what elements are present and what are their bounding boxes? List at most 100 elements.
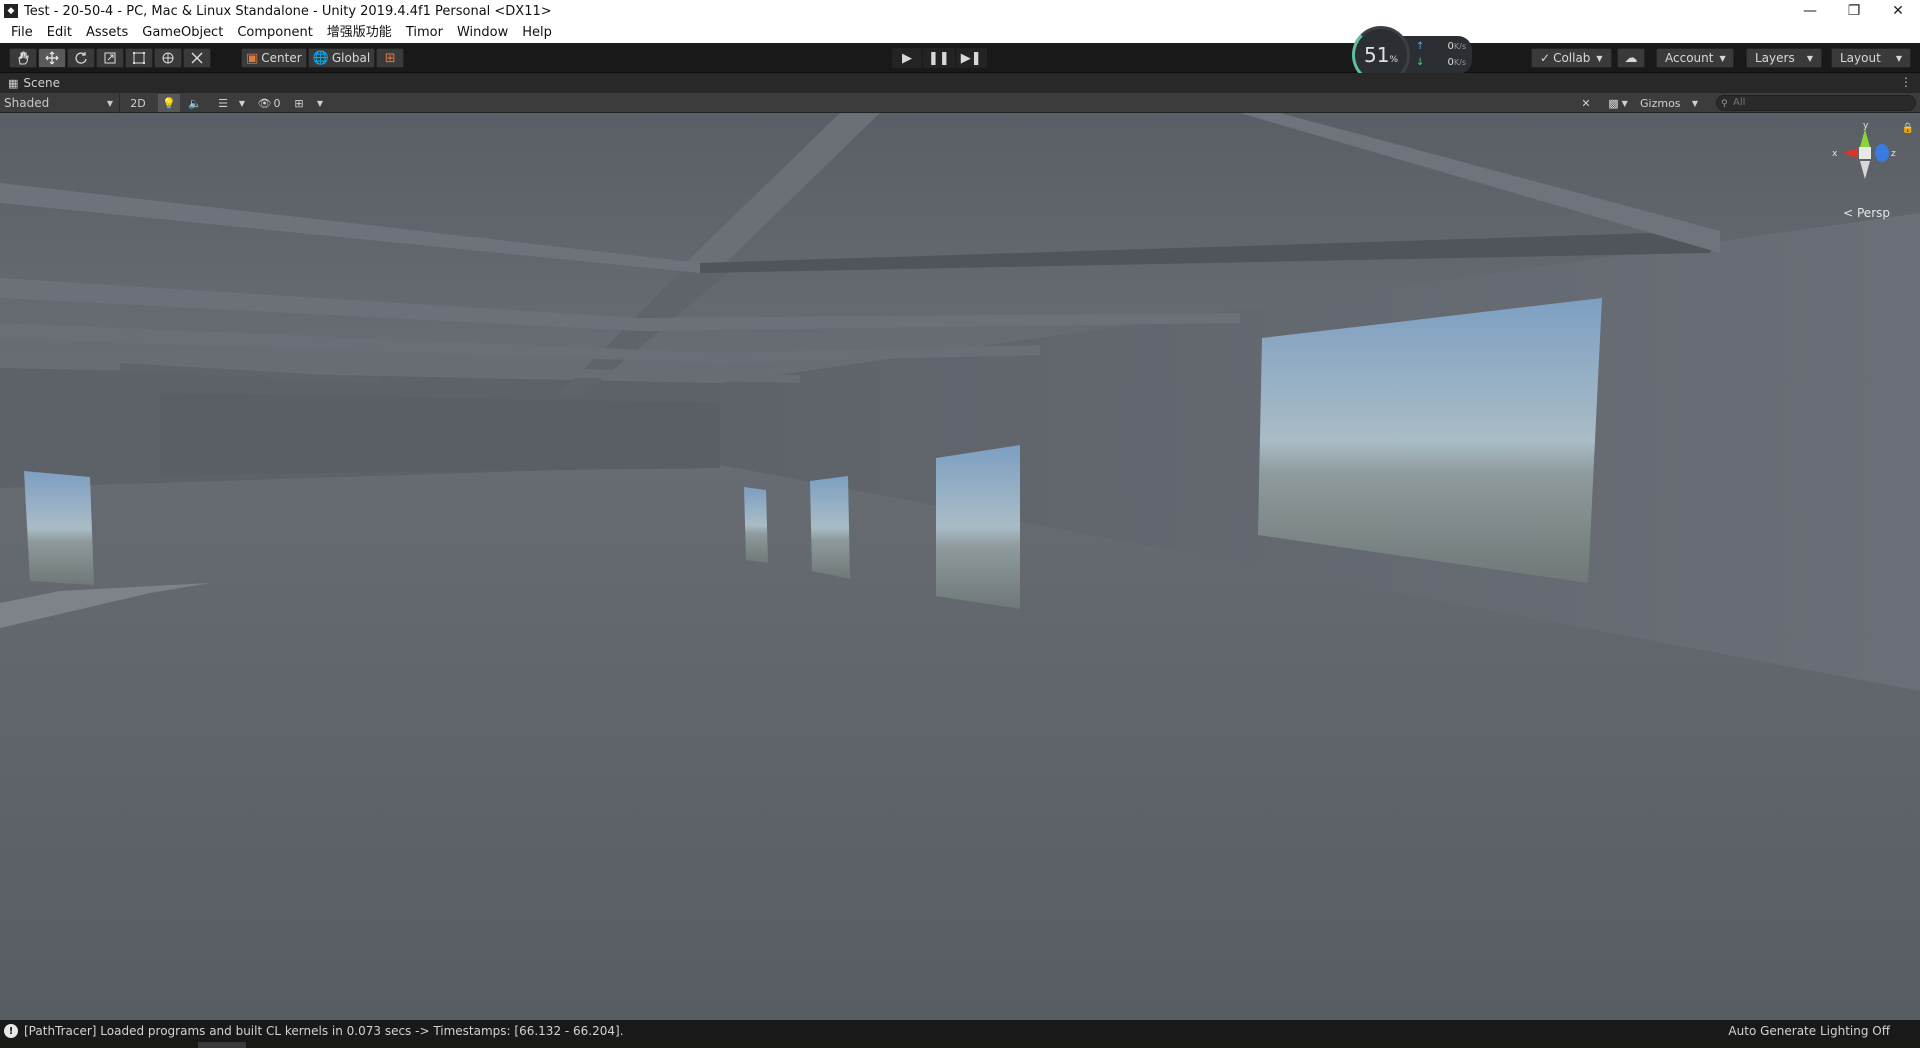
layers-dropdown[interactable]: Layers ▼ [1746, 48, 1822, 68]
rotate-tool-button[interactable] [67, 48, 95, 68]
minimize-icon[interactable]: — [1788, 0, 1832, 22]
usage-percent-unit: % [1389, 55, 1398, 65]
collab-dropdown[interactable]: ✓ Collab ▼ [1531, 48, 1612, 68]
audio-toggle[interactable]: 🔈 [184, 94, 206, 112]
grid-toggle[interactable]: ⊞ [290, 94, 308, 112]
gizmo-y-axis [1860, 129, 1870, 147]
account-dropdown[interactable]: Account ▼ [1656, 48, 1734, 68]
snap-grid-button[interactable]: ⊞ [376, 48, 405, 68]
menu-file[interactable]: File [4, 22, 40, 43]
menu-bar: File Edit Assets GameObject Component 增强… [0, 22, 1920, 43]
menu-component[interactable]: Component [230, 22, 319, 43]
layers-controls: Layers ▼ [1746, 48, 1823, 68]
tab-scene[interactable]: ▦ Scene [0, 73, 68, 93]
caret-down-icon: ▼ [238, 98, 246, 108]
tools-icon [191, 52, 203, 64]
space-global-button[interactable]: 🌐 Global [307, 48, 376, 68]
transform-icon [162, 52, 174, 64]
scale-tool-button[interactable] [96, 48, 124, 68]
globe-icon: 🌐 [312, 50, 329, 66]
gizmo-neg-y-axis [1860, 161, 1870, 179]
window [810, 476, 850, 579]
scene-viewport[interactable]: y x z < Persp 🔒 [0, 113, 1920, 1020]
auto-lighting-status[interactable]: Auto Generate Lighting Off [1728, 1024, 1890, 1038]
transform-tool-button[interactable] [154, 48, 182, 68]
scale-icon [104, 52, 116, 64]
camera-dropdown[interactable]: ▩ ▼ [1604, 94, 1632, 112]
restore-icon[interactable]: ❐ [1832, 0, 1876, 22]
gizmos-dropdown[interactable]: Gizmos ▼ [1638, 94, 1700, 112]
shading-mode-dropdown[interactable]: Shaded ▼ [0, 93, 120, 113]
tab-scene-label: Scene [23, 76, 60, 90]
gizmo-center-cube [1859, 147, 1871, 159]
scene-render [0, 113, 1920, 1020]
move-icon [45, 51, 59, 65]
projection-toggle[interactable]: < Persp [1843, 206, 1890, 220]
lighting-toggle[interactable]: 💡 [158, 94, 180, 112]
kebab-menu-icon[interactable]: ⋮ [1900, 75, 1912, 89]
mode-2d-label: 2D [130, 96, 146, 110]
space-label: Global [331, 51, 371, 65]
scene-tab-strip: ▦ Scene ⋮ [0, 73, 1920, 93]
menu-assets[interactable]: Assets [79, 22, 135, 43]
custom-tool-button[interactable] [183, 48, 211, 68]
pivot-center-button[interactable]: ▣ Center [241, 48, 307, 68]
menu-timor[interactable]: Timor [399, 22, 450, 43]
window [24, 471, 94, 585]
grid-icon: ⊞ [294, 96, 304, 110]
pause-button[interactable]: ❚❚ [923, 48, 955, 68]
window-title-bar: ◆ Test - 20-50-4 - PC, Mac & Linux Stand… [0, 0, 1920, 22]
usage-percent: 51 [1363, 43, 1390, 67]
taskbar-segment [198, 1042, 246, 1048]
transform-tools [9, 48, 212, 68]
step-icon: ▶❚ [960, 50, 982, 66]
close-icon[interactable]: ✕ [1876, 0, 1920, 22]
back-wall-lower [160, 393, 720, 475]
shading-mode-label: Shaded [4, 96, 50, 110]
tools-button[interactable]: ✕ [1575, 94, 1597, 112]
layers-label: Layers [1755, 51, 1795, 65]
cloud-button[interactable]: ☁ [1617, 48, 1645, 68]
caret-down-icon: ▼ [1719, 53, 1726, 63]
caret-down-icon: ▼ [1621, 98, 1628, 108]
main-toolbar: ▣ Center 🌐 Global ⊞ ▶ ❚❚ ▶❚ ✓ Collab ▼ ☁ [0, 43, 1920, 73]
menu-enhanced-features[interactable]: 增强版功能 [320, 22, 399, 43]
window-controls: — ❐ ✕ [1788, 0, 1920, 22]
layout-dropdown[interactable]: Layout ▼ [1831, 48, 1911, 68]
console-message[interactable]: [PathTracer] Loaded programs and built C… [24, 1024, 624, 1038]
menu-help[interactable]: Help [515, 22, 559, 43]
window-title: Test - 20-50-4 - PC, Mac & Linux Standal… [24, 3, 552, 19]
download-arrow-icon: ↓ [1416, 57, 1425, 68]
account-controls: Account ▼ [1656, 48, 1735, 68]
scene-search-input[interactable]: ⚲ All [1716, 95, 1916, 111]
play-button[interactable]: ▶ [892, 48, 922, 68]
mode-2d-toggle[interactable]: 2D [126, 94, 150, 112]
grid-dropdown[interactable]: ▼ [314, 94, 326, 112]
menu-edit[interactable]: Edit [40, 22, 79, 43]
caret-down-icon: ▼ [1691, 98, 1698, 108]
step-button[interactable]: ▶❚ [955, 48, 987, 68]
caret-down-icon: ▼ [1895, 53, 1902, 63]
rect-tool-button[interactable] [125, 48, 153, 68]
status-bar: ! [PathTracer] Loaded programs and built… [0, 1020, 1920, 1042]
effects-toggle[interactable]: ☰ [212, 94, 234, 112]
move-tool-button[interactable] [38, 48, 66, 68]
play-icon: ▶ [902, 50, 912, 66]
pause-icon: ❚❚ [928, 50, 950, 66]
orientation-gizmo[interactable]: y x z [1830, 121, 1900, 201]
menu-window[interactable]: Window [450, 22, 515, 43]
search-icon: ⚲ [1721, 99, 1728, 109]
gizmo-y-label: y [1863, 121, 1869, 131]
effects-dropdown[interactable]: ▼ [236, 94, 248, 112]
lock-icon[interactable]: 🔒 [1902, 123, 1914, 134]
gizmos-label: Gizmos [1640, 96, 1681, 110]
menu-gameobject[interactable]: GameObject [135, 22, 230, 43]
upload-arrow-icon: ↑ [1416, 41, 1425, 52]
cloud-controls: ☁ [1617, 48, 1646, 68]
account-label: Account [1665, 51, 1714, 65]
hidden-objects-toggle[interactable]: 👁 0 [254, 94, 284, 112]
window [744, 487, 768, 563]
hand-tool-button[interactable] [9, 48, 37, 68]
layout-label: Layout [1840, 51, 1881, 65]
gizmo-z-axis [1875, 144, 1889, 162]
